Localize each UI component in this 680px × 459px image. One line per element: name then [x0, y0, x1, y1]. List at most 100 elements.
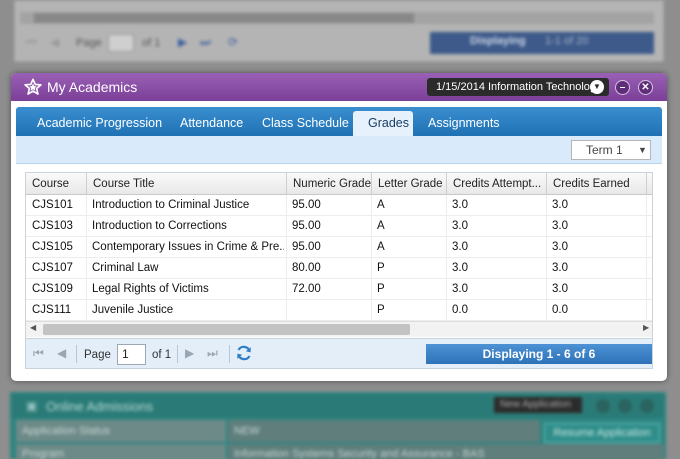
page-label: Page — [84, 349, 111, 361]
term-selector-label: 1/15/2014 Information Technology — [436, 81, 602, 93]
cell-credits-earned: 3.0 — [552, 262, 568, 274]
term-selector[interactable]: 1/15/2014 Information Technology — [427, 78, 609, 96]
cell-credits-attempted: 0.0 — [452, 304, 468, 316]
cell-numeric-grade: 95.00 — [292, 199, 321, 211]
column-header-credits-attempted[interactable]: Credits Attempt... — [446, 173, 546, 195]
cell-course: CJS111 — [32, 304, 72, 316]
cell-numeric-grade: 80.00 — [292, 262, 321, 274]
cell-numeric-grade: 72.00 — [292, 283, 321, 295]
tab-class-schedule[interactable]: Class Schedule — [262, 116, 349, 130]
cell-credits-earned: 3.0 — [552, 283, 568, 295]
column-header-credits-earned[interactable]: Credits Earned — [546, 173, 646, 195]
prev-page-icon[interactable]: ◀ — [57, 346, 66, 360]
displaying-status: Displaying 1 - 6 of 6 — [426, 344, 652, 364]
background-status-value: NEW — [234, 425, 260, 437]
tab-grades-label: Grades — [368, 116, 409, 130]
scroll-right-icon[interactable]: ▶ — [643, 323, 649, 332]
cell-letter-grade: A — [377, 199, 385, 211]
cell-credits-earned: 3.0 — [552, 220, 568, 232]
background-of-label: of 1 — [142, 37, 161, 49]
background-page-label: Page — [76, 37, 102, 49]
cell-numeric-grade — [286, 300, 371, 321]
background-new-application-button: New Application — [494, 397, 582, 413]
column-header-letter-grade[interactable]: Letter Grade — [371, 173, 446, 195]
column-header-course[interactable]: Course — [26, 173, 86, 195]
chevron-down-icon[interactable]: ▼ — [590, 80, 604, 94]
background-close-icon — [640, 399, 654, 413]
cell-course: CJS101 — [32, 199, 73, 211]
background-last-page-icon: ⏭ — [200, 35, 211, 49]
background-resume-application-button: Resume Application — [544, 423, 660, 443]
tab-attendance[interactable]: Attendance — [180, 116, 243, 130]
cell-course-title: Contemporary Issues in Crime & Pre... — [92, 241, 284, 253]
background-first-page-icon: ⏮ — [26, 35, 37, 49]
page-number-input[interactable]: 1 — [117, 344, 146, 365]
background-refresh-icon: ⟳ — [228, 35, 239, 49]
last-page-icon[interactable]: ⏭ — [207, 346, 218, 361]
column-header-overflow — [646, 173, 652, 195]
tab-assignments[interactable]: Assignments — [428, 116, 500, 130]
cell-course-title: Criminal Law — [92, 262, 159, 274]
pager-separator — [177, 345, 178, 363]
dialog-title: My Academics — [47, 79, 138, 95]
background-admissions-title: Online Admissions — [46, 399, 153, 414]
column-header-numeric-grade[interactable]: Numeric Grade — [286, 173, 371, 195]
background-program-value: Information Systems Security and Assuran… — [234, 448, 485, 459]
scrollbar-thumb[interactable] — [43, 324, 410, 335]
cell-course: CJS103 — [32, 220, 73, 232]
cell-course-title: Introduction to Criminal Justice — [92, 199, 250, 211]
tab-academic-progression[interactable]: Academic Progression — [37, 116, 162, 130]
background-admissions-icon: ▣ — [26, 399, 38, 413]
cell-credits-attempted: 3.0 — [452, 220, 468, 232]
background-scrollbar-thumb — [34, 13, 414, 23]
minimize-icon[interactable]: – — [615, 80, 630, 95]
first-page-icon[interactable]: ⏮ — [33, 346, 44, 361]
cell-letter-grade: P — [377, 283, 385, 295]
term-combo-value: Term 1 — [586, 143, 623, 157]
background-status-label: Application Status — [22, 425, 111, 437]
background-prev-page-icon: ◀ — [50, 35, 60, 49]
cell-course-title: Juvenile Justice — [92, 304, 174, 316]
cell-numeric-grade: 95.00 — [292, 220, 321, 232]
background-minimize-icon — [618, 399, 632, 413]
background-display-bar — [430, 32, 654, 54]
pager-separator — [76, 345, 77, 363]
background-next-page-icon: ▶ — [178, 35, 188, 49]
cell-course-title: Introduction to Corrections — [92, 220, 227, 232]
chevron-down-icon[interactable]: ▼ — [638, 140, 647, 160]
background-display-range: 1-1 of 20 — [545, 35, 589, 47]
cell-credits-earned: 3.0 — [552, 241, 568, 253]
cell-letter-grade: P — [377, 262, 385, 274]
cell-course: CJS105 — [32, 241, 73, 253]
cell-credits-attempted: 3.0 — [452, 199, 468, 211]
cell-credits-earned: 3.0 — [552, 199, 568, 211]
background-display-label: Displaying — [470, 35, 526, 47]
cell-course: CJS107 — [32, 262, 73, 274]
column-header-course-title[interactable]: Course Title — [86, 173, 286, 195]
my-academics-dialog: My Academics 1/15/2014 Information Techn… — [11, 73, 667, 381]
cell-credits-earned: 0.0 — [552, 304, 568, 316]
cell-letter-grade: A — [377, 220, 385, 232]
cell-course: CJS109 — [32, 283, 73, 295]
refresh-icon[interactable] — [235, 344, 253, 362]
page-of-label: of 1 — [152, 349, 172, 361]
cell-course-title: Legal Rights of Victims — [92, 283, 209, 295]
scroll-left-icon[interactable]: ◀ — [30, 323, 36, 332]
displaying-status-text: Displaying 1 - 6 of 6 — [482, 347, 596, 361]
pager-separator — [229, 345, 230, 363]
cell-numeric-grade: 95.00 — [292, 241, 321, 253]
next-page-icon[interactable]: ▶ — [185, 346, 194, 360]
close-icon[interactable]: ✕ — [638, 80, 653, 95]
background-program-label: Program — [22, 448, 65, 459]
cell-credits-attempted: 3.0 — [452, 241, 468, 253]
grades-toolbar — [16, 136, 662, 164]
cell-credits-attempted: 3.0 — [452, 283, 468, 295]
cell-letter-grade: P — [377, 304, 385, 316]
background-page-input — [108, 34, 134, 52]
cell-letter-grade: A — [377, 241, 385, 253]
cell-credits-attempted: 3.0 — [452, 262, 468, 274]
star-icon — [24, 78, 42, 95]
page-number-value: 1 — [122, 347, 129, 361]
background-status-value-cell — [228, 420, 540, 442]
background-help-icon — [596, 399, 610, 413]
